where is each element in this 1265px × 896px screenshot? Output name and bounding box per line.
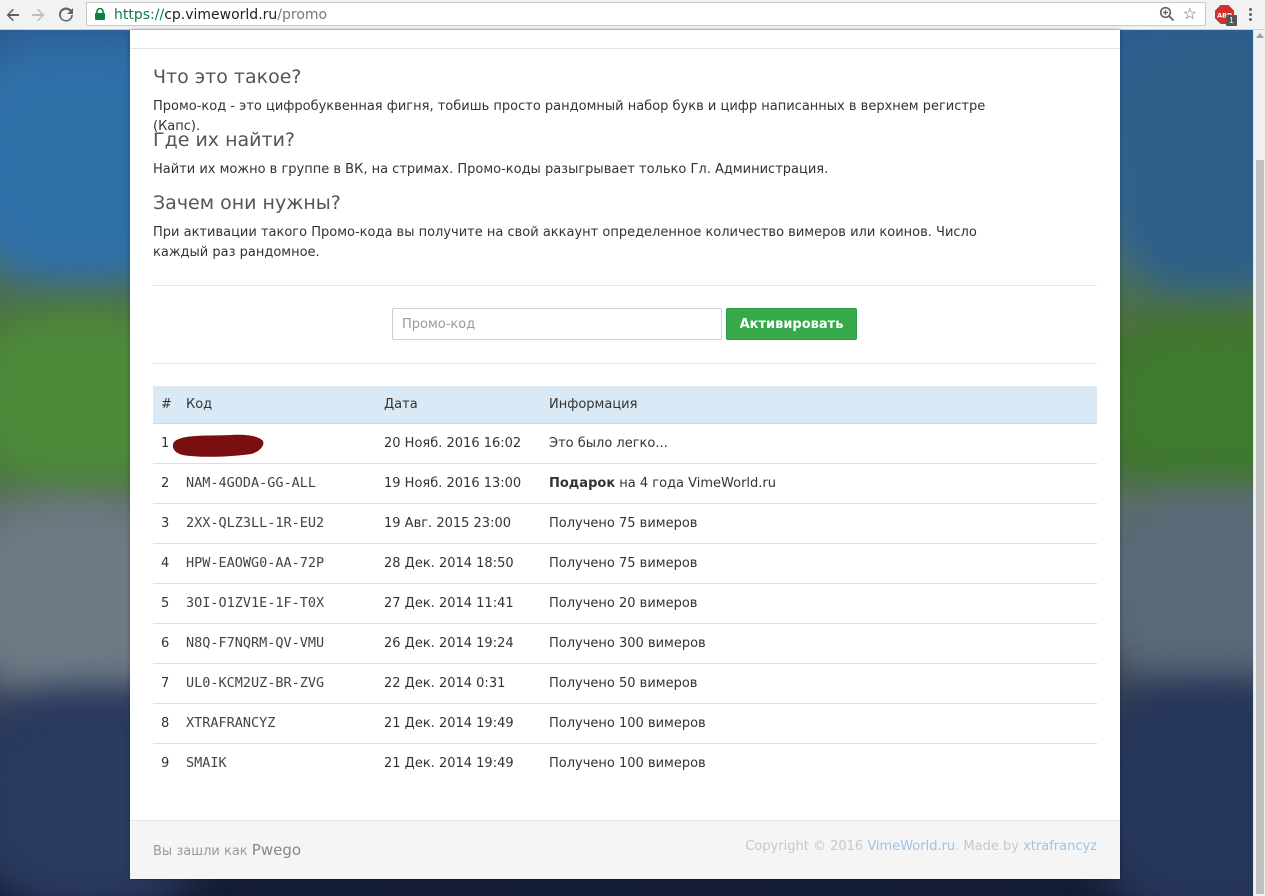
copyright-prefix: Copyright © 2016 — [745, 839, 868, 854]
author-link[interactable]: xtrafrancyz — [1023, 839, 1097, 854]
faq-title-why: Зачем они нужны? — [153, 192, 341, 214]
row-date: 28 Дек. 2014 18:50 — [384, 556, 514, 571]
url-host: cp.vimeworld.ru — [164, 7, 278, 23]
faq-text-why: При активации такого Промо-кода вы получ… — [153, 225, 977, 260]
row-number: 1 — [161, 436, 170, 451]
browser-toolbar: https://cp.vimeworld.ru/promo ☆ ABP 1 — [0, 0, 1265, 30]
row-date: 26 Дек. 2014 19:24 — [384, 636, 514, 651]
row-number: 7 — [161, 676, 170, 691]
table-header-row: # Код Дата Информация — [153, 386, 1097, 424]
promo-code: 2XX-QLZ3LL-1R-EU2 — [186, 515, 325, 531]
row-number: 2 — [161, 476, 170, 491]
extension-badge: 1 — [1226, 15, 1237, 26]
url-text: https://cp.vimeworld.ru/promo — [114, 7, 327, 23]
faq-title-what: Что это такое? — [153, 66, 302, 88]
promo-code: NAM-4GODA-GG-ALL — [186, 475, 317, 491]
promo-panel: Что это такое? Промо-код - это цифробукв… — [130, 30, 1120, 879]
divider — [153, 285, 1097, 286]
row-info-text: Это было легко... — [549, 436, 668, 451]
row-date: 27 Дек. 2014 11:41 — [384, 596, 514, 611]
table-row: 3 2XX-QLZ3LL-1R-EU2 19 Авг. 2015 23:00 Полу… — [153, 504, 1097, 544]
row-info-text: Получено 100 вимеров — [549, 716, 706, 731]
row-number: 4 — [161, 556, 170, 571]
scroll-thumb[interactable] — [1256, 160, 1264, 894]
logged-in-status: Вы зашли как Pwego — [153, 841, 301, 859]
row-date: 20 Нояб. 2016 16:02 — [384, 436, 522, 451]
row-info-text: на 4 года VimeWorld.ru — [615, 476, 777, 491]
address-bar[interactable]: https://cp.vimeworld.ru/promo ☆ — [86, 2, 1206, 26]
star-icon[interactable]: ☆ — [1183, 4, 1197, 24]
lock-icon — [95, 8, 105, 20]
reload-icon[interactable] — [55, 4, 77, 26]
zoom-icon[interactable] — [1159, 6, 1175, 22]
row-info: Получено 20 вимеров — [549, 584, 697, 623]
row-number: 5 — [161, 596, 170, 611]
row-info: Получено 50 вимеров — [549, 664, 697, 703]
row-info: Получено 100 вимеров — [549, 704, 706, 743]
row-number: 6 — [161, 636, 170, 651]
redaction-scribble — [172, 434, 264, 457]
row-date: 22 Дек. 2014 0:31 — [384, 676, 506, 691]
url-scheme: https:// — [114, 7, 165, 23]
header-num: # — [161, 397, 172, 412]
promo-code: UL0-KCM2UZ-BR-ZVG — [186, 675, 325, 691]
page-scrollbar[interactable] — [1253, 30, 1265, 896]
promo-code-input[interactable] — [392, 308, 722, 340]
row-date: 21 Дек. 2014 19:49 — [384, 756, 514, 771]
divider — [130, 48, 1120, 49]
row-number: 8 — [161, 716, 170, 731]
row-info-bold: Подарок — [549, 476, 616, 491]
forward-icon[interactable] — [27, 4, 49, 26]
row-info: Получено 75 вимеров — [549, 544, 697, 583]
header-info: Информация — [549, 397, 638, 412]
row-info: Получено 100 вимеров — [549, 744, 706, 783]
back-icon[interactable] — [2, 4, 24, 26]
row-info: Получено 75 вимеров — [549, 504, 697, 543]
row-info-text: Получено 50 вимеров — [549, 676, 698, 691]
promo-code: SMAIK — [186, 755, 227, 771]
table-row: 7 UL0-KCM2UZ-BR-ZVG 22 Дек. 2014 0:31 Получ… — [153, 664, 1097, 704]
divider — [153, 363, 1097, 364]
table-row: 4 HPW-EAOWG0-AA-72P 28 Дек. 2014 18:50 Полу… — [153, 544, 1097, 584]
promo-code: XTRAFRANCYZ — [186, 715, 276, 731]
scroll-up-icon[interactable] — [1256, 33, 1264, 38]
row-number: 3 — [161, 516, 170, 531]
panel-footer: Вы зашли как Pwego Copyright © 2016 Vime… — [130, 820, 1120, 879]
header-code: Код — [186, 397, 213, 412]
logged-in-prefix: Вы зашли как — [153, 844, 252, 859]
row-info-text: Получено 75 вимеров — [549, 516, 698, 531]
table-row: 2 NAM-4GODA-GG-ALL 19 Нояб. 2016 13:00 Пода… — [153, 464, 1097, 504]
row-info-text: Получено 20 вимеров — [549, 596, 698, 611]
promo-code: 3OI-O1ZV1E-1F-T0X — [186, 595, 325, 611]
row-info: Получено 300 вимеров — [549, 624, 706, 663]
promo-history-table: # Код Дата Информация 1-201420 Нояб. 201… — [153, 386, 1097, 784]
promo-code: N8Q-F7NQRM-QV-VMU — [186, 635, 325, 651]
table-row: 8 XTRAFRANCYZ 21 Дек. 2014 19:49 Получено 1… — [153, 704, 1097, 744]
faq-text-where: Найти их можно в группе в ВК, на стримах… — [153, 162, 829, 177]
table-row: 1-201420 Нояб. 2016 16:02Это было легко.… — [153, 424, 1097, 464]
table-row: 6 N8Q-F7NQRM-QV-VMU 26 Дек. 2014 19:24 Полу… — [153, 624, 1097, 664]
row-number: 9 — [161, 756, 170, 771]
promo-code: HPW-EAOWG0-AA-72P — [186, 555, 325, 571]
header-date: Дата — [384, 397, 418, 412]
username: Pwego — [251, 841, 302, 859]
row-info-text: Получено 100 вимеров — [549, 756, 706, 771]
table-row: 5 3OI-O1ZV1E-1F-T0X 27 Дек. 2014 11:41 Полу… — [153, 584, 1097, 624]
table-body: 1-201420 Нояб. 2016 16:02Это было легко.… — [153, 424, 1097, 784]
row-date: 19 Нояб. 2016 13:00 — [384, 476, 522, 491]
row-info-text: Получено 75 вимеров — [549, 556, 698, 571]
menu-icon[interactable] — [1249, 8, 1253, 22]
table-row: 9 SMAIK 21 Дек. 2014 19:49 Получено 100 вим… — [153, 744, 1097, 784]
activate-button[interactable]: Активировать — [726, 308, 857, 340]
copyright: Copyright © 2016 VimeWorld.ru. Made by x… — [745, 839, 1097, 854]
row-date: 21 Дек. 2014 19:49 — [384, 716, 514, 731]
made-by-text: . Made by — [955, 839, 1024, 854]
row-info: Подарок на 4 года VimeWorld.ru — [549, 464, 776, 503]
site-link[interactable]: VimeWorld.ru — [867, 839, 955, 854]
url-path: /promo — [277, 7, 328, 23]
faq-title-where: Где их найти? — [153, 129, 295, 151]
row-info-text: Получено 300 вимеров — [549, 636, 706, 651]
row-date: 19 Авг. 2015 23:00 — [384, 516, 512, 531]
row-info: Это было легко... — [549, 424, 668, 463]
